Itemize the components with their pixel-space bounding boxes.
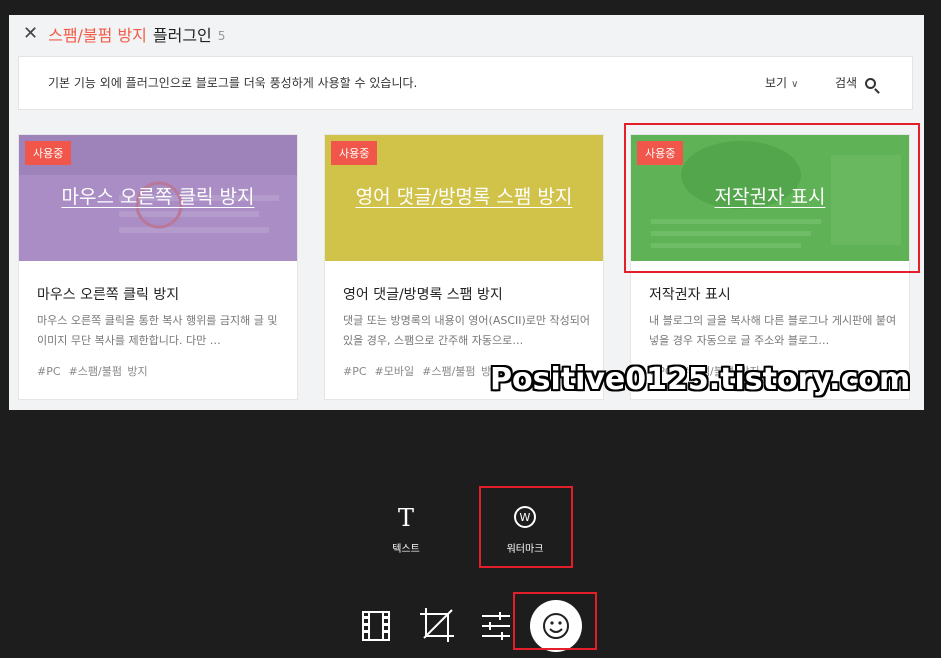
view-label: 보기	[765, 76, 788, 90]
search-label: 검색	[835, 76, 858, 90]
tag[interactable]: #스팸/불펌 방지	[69, 365, 148, 378]
plugin-description: 기본 기능 외에 플러그인으로 블로그를 더욱 풍성하게 사용할 수 있습니다.	[48, 76, 418, 90]
text-tool-button[interactable]: T 텍스트	[386, 506, 426, 555]
in-use-badge: 사용중	[331, 141, 378, 165]
highlight-box-sticker	[513, 592, 597, 650]
chevron-down-icon: ∨	[791, 79, 799, 90]
card-tags: #PC #모바일 #스팸/불펌 방지	[343, 363, 509, 379]
card-description: 댓글 또는 방명록의 내용이 영어(ASCII)로만 작성되어 있을 경우, 스…	[343, 314, 591, 347]
plugin-count: 5	[217, 29, 226, 43]
card-tags: #PC #스팸/불펌 방지	[37, 363, 156, 379]
panel-header: ✕ 스팸/불펌 방지 플러그인 5	[23, 21, 225, 47]
view-dropdown[interactable]: 보기 ∨	[765, 74, 798, 91]
filter-bar: 기본 기능 외에 플러그인으로 블로그를 더욱 풍성하게 사용할 수 있습니다.…	[18, 56, 913, 110]
card-name: 마우스 오른쪽 클릭 방지	[37, 287, 180, 303]
highlight-box-copyright	[624, 123, 920, 273]
card-thumbnail: 사용중 영어 댓글/방명록 스팸 방지	[325, 135, 603, 261]
highlight-box-watermark	[479, 486, 573, 568]
search-button[interactable]: 검색	[835, 74, 877, 91]
adjust-icon[interactable]	[480, 610, 512, 642]
close-icon[interactable]: ✕	[23, 25, 38, 43]
category-title: 스팸/불펌 방지	[48, 26, 147, 45]
card-name: 영어 댓글/방명록 스팸 방지	[343, 287, 503, 303]
crop-icon[interactable]	[418, 606, 456, 644]
card-thumbnail: 사용중 마우스 오른쪽 클릭 방지	[19, 135, 297, 261]
tag[interactable]: #PC	[37, 365, 61, 378]
plugin-card-right-click[interactable]: 사용중 마우스 오른쪽 클릭 방지 마우스 오른쪽 클릭 방지 마우스 오른쪽 …	[18, 134, 298, 400]
search-icon	[865, 78, 877, 89]
film-icon[interactable]	[361, 610, 391, 642]
page-title: 플러그인	[152, 26, 212, 45]
in-use-badge: 사용중	[25, 141, 72, 165]
watermark-text: Positive0125.tistory.com	[490, 362, 911, 397]
card-description: 내 블로그의 글을 복사해 다른 블로그나 게시판에 붙여넣을 경우 자동으로 …	[649, 314, 897, 347]
text-tool-label: 텍스트	[392, 544, 420, 555]
plugin-card-english-spam[interactable]: 사용중 영어 댓글/방명록 스팸 방지 영어 댓글/방명록 스팸 방지 댓글 또…	[324, 134, 604, 400]
thumbnail-title: 영어 댓글/방명록 스팸 방지	[355, 186, 573, 208]
card-name: 저작권자 표시	[649, 287, 731, 303]
thumbnail-title: 마우스 오른쪽 클릭 방지	[61, 186, 255, 208]
text-icon: T	[397, 504, 414, 532]
card-description: 마우스 오른쪽 클릭을 통한 복사 행위를 금지해 글 및 이미지 무단 복사를…	[37, 314, 278, 347]
tag[interactable]: #PC	[343, 365, 367, 378]
tag[interactable]: #모바일	[375, 365, 415, 378]
